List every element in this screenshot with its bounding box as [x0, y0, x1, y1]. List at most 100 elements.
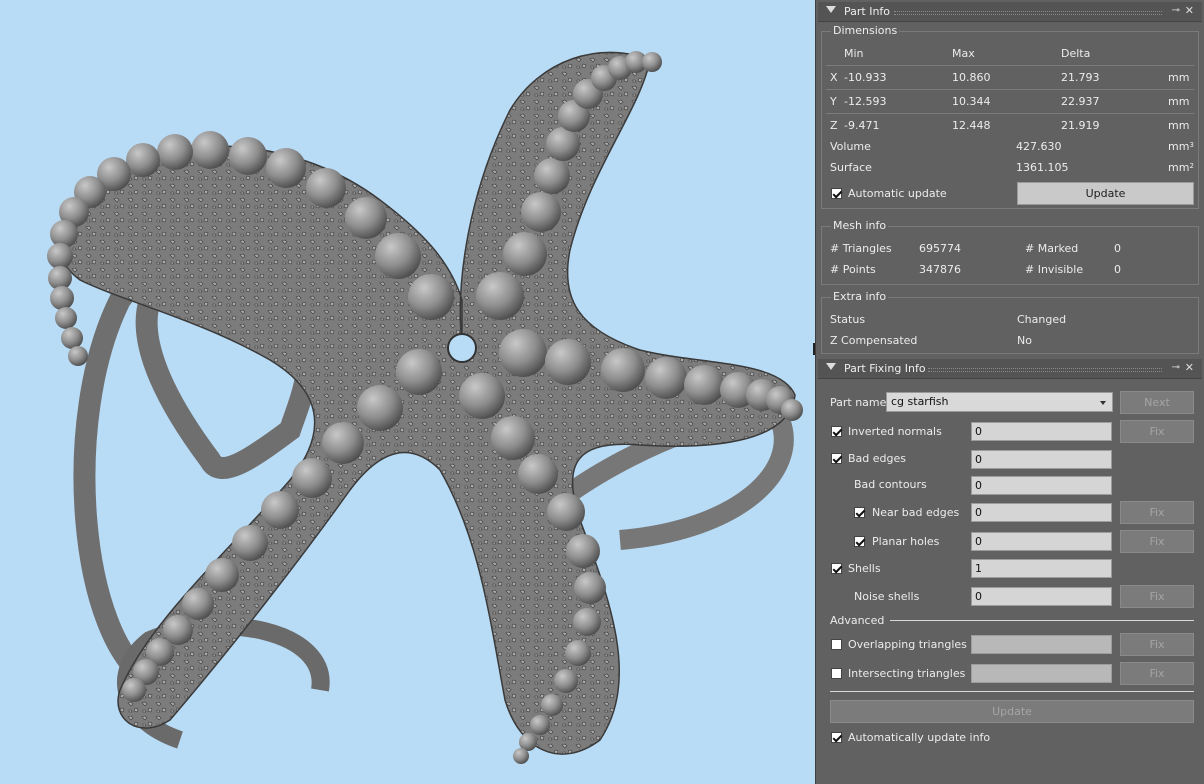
- z-max: 12.448: [952, 119, 991, 132]
- collapse-arrow-icon[interactable]: [826, 363, 836, 370]
- pin-icon[interactable]: ⊸: [1172, 362, 1180, 373]
- volume-label: Volume: [830, 140, 871, 153]
- bad-edges-checkbox[interactable]: [831, 453, 842, 464]
- col-min: Min: [844, 47, 864, 60]
- divider: [830, 691, 1194, 692]
- collapse-arrow-icon[interactable]: [826, 6, 836, 13]
- auto-update-info-label: Automatically update info: [848, 731, 991, 744]
- planar-holes-checkbox[interactable]: [854, 536, 865, 547]
- bad-contours-count[interactable]: 0: [971, 476, 1112, 495]
- inverted-normals-count[interactable]: 0: [971, 422, 1112, 441]
- starfish-ring-model[interactable]: [0, 0, 815, 784]
- x-delta: 21.793: [1061, 71, 1100, 84]
- z-axis-label: Z: [830, 119, 838, 132]
- advanced-label: Advanced: [830, 614, 885, 627]
- fix-planar-holes-button[interactable]: Fix: [1120, 530, 1194, 553]
- points-label: # Points: [830, 263, 876, 276]
- overlapping-triangles-count[interactable]: [971, 635, 1112, 654]
- col-delta: Delta: [1061, 47, 1091, 60]
- mesh-info-title: Mesh info: [831, 219, 889, 232]
- bad-edges-count[interactable]: 0: [971, 450, 1112, 469]
- x-axis-label: X: [830, 71, 838, 84]
- points-value: 347876: [919, 263, 961, 276]
- fix-inverted-normals-button[interactable]: Fix: [1120, 420, 1194, 443]
- surface-unit: mm2: [1168, 161, 1194, 174]
- surface-label: Surface: [830, 161, 872, 174]
- invisible-label: # Invisible: [1025, 263, 1084, 276]
- bad-contours-label: Bad contours: [854, 478, 927, 491]
- update-dimensions-button[interactable]: Update: [1017, 182, 1194, 205]
- pin-icon[interactable]: ⊸: [1172, 5, 1180, 16]
- center-hole: [447, 333, 477, 363]
- near-bad-edges-checkbox[interactable]: [854, 507, 865, 518]
- inverted-normals-checkbox[interactable]: [831, 426, 842, 437]
- overlapping-triangles-label: Overlapping triangles: [848, 638, 967, 651]
- bad-edges-label: Bad edges: [848, 452, 906, 465]
- shells-count[interactable]: 1: [971, 559, 1112, 578]
- divider: [826, 65, 1194, 66]
- z-compensated-value: No: [1017, 334, 1032, 347]
- extra-info-title: Extra info: [831, 290, 889, 303]
- shells-checkbox[interactable]: [831, 563, 842, 574]
- part-fixing-title: Part Fixing Info: [844, 362, 926, 375]
- part-info-header[interactable]: Part Info ⊸ ✕: [818, 2, 1202, 22]
- z-compensated-label: Z Compensated: [830, 334, 918, 347]
- fix-intersecting-button[interactable]: Fix: [1120, 662, 1194, 685]
- marked-label: # Marked: [1025, 242, 1079, 255]
- fix-overlapping-button[interactable]: Fix: [1120, 633, 1194, 656]
- y-axis-label: Y: [830, 95, 837, 108]
- part-name-label: Part name: [830, 396, 887, 409]
- near-bad-edges-label: Near bad edges: [872, 506, 960, 519]
- dimensions-title: Dimensions: [831, 24, 900, 37]
- intersecting-triangles-count[interactable]: [971, 664, 1112, 683]
- col-max: Max: [952, 47, 975, 60]
- planar-holes-label: Planar holes: [872, 535, 940, 548]
- z-delta: 21.919: [1061, 119, 1100, 132]
- noise-shells-label: Noise shells: [854, 590, 920, 603]
- overlapping-triangles-checkbox[interactable]: [831, 639, 842, 650]
- side-panel: Part Info ⊸ ✕ Dimensions Min Max Delta X…: [815, 0, 1204, 784]
- close-icon[interactable]: ✕: [1185, 361, 1194, 374]
- y-min: -12.593: [844, 95, 887, 108]
- divider: [826, 89, 1194, 90]
- part-info-title: Part Info: [844, 5, 891, 18]
- next-button[interactable]: Next: [1120, 391, 1194, 414]
- marked-value: 0: [1114, 242, 1121, 255]
- update-fixing-button[interactable]: Update: [830, 700, 1194, 723]
- volume-value: 427.630: [1016, 140, 1062, 153]
- status-value: Changed: [1017, 313, 1067, 326]
- automatic-update-label: Automatic update: [848, 187, 947, 200]
- part-name-select[interactable]: cg starfish: [886, 392, 1113, 412]
- part-name-value: cg starfish: [891, 395, 949, 408]
- triangles-value: 695774: [919, 242, 961, 255]
- intersecting-triangles-checkbox[interactable]: [831, 668, 842, 679]
- intersecting-triangles-label: Intersecting triangles: [848, 667, 966, 680]
- drag-grip[interactable]: [894, 11, 1162, 15]
- chevron-down-icon: [1100, 401, 1106, 405]
- auto-update-info-checkbox[interactable]: [831, 732, 842, 743]
- planar-holes-count[interactable]: 0: [971, 532, 1112, 551]
- divider: [826, 113, 1194, 114]
- fix-near-bad-edges-button[interactable]: Fix: [1120, 501, 1194, 524]
- y-delta: 22.937: [1061, 95, 1100, 108]
- y-unit: mm: [1168, 95, 1190, 108]
- triangles-label: # Triangles: [830, 242, 892, 255]
- z-min: -9.471: [844, 119, 880, 132]
- fix-noise-shells-button[interactable]: Fix: [1120, 585, 1194, 608]
- part-fixing-header[interactable]: Part Fixing Info ⊸ ✕: [818, 359, 1202, 379]
- x-unit: mm: [1168, 71, 1190, 84]
- advanced-divider: [890, 620, 1194, 621]
- surface-value: 1361.105: [1016, 161, 1069, 174]
- drag-grip[interactable]: [928, 368, 1162, 372]
- 3d-viewport[interactable]: [0, 0, 815, 784]
- z-unit: mm: [1168, 119, 1190, 132]
- near-bad-edges-count[interactable]: 0: [971, 503, 1112, 522]
- noise-shells-count[interactable]: 0: [971, 587, 1112, 606]
- inverted-normals-label: Inverted normals: [848, 425, 942, 438]
- y-max: 10.344: [952, 95, 991, 108]
- invisible-value: 0: [1114, 263, 1121, 276]
- x-max: 10.860: [952, 71, 991, 84]
- volume-unit: mm3: [1168, 140, 1194, 153]
- close-icon[interactable]: ✕: [1185, 4, 1194, 17]
- automatic-update-checkbox[interactable]: [831, 188, 842, 199]
